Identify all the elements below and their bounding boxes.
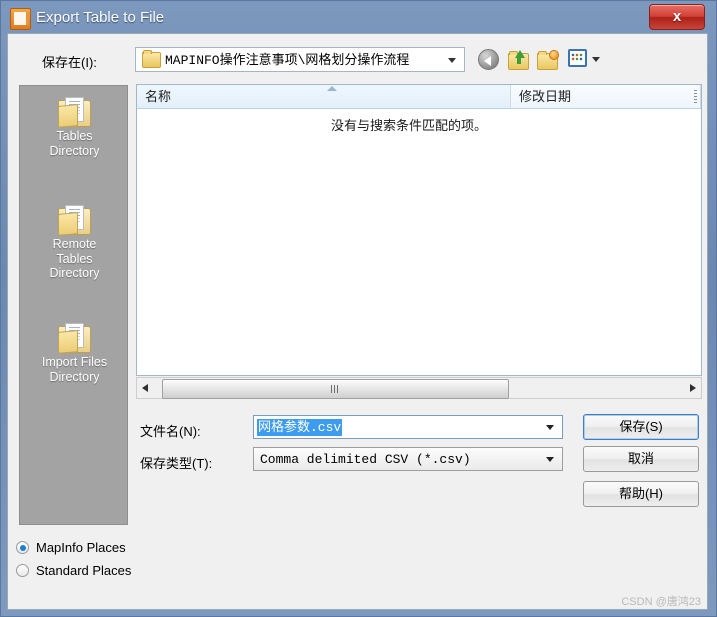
window-title: Export Table to File	[36, 9, 165, 26]
help-button[interactable]: 帮助(H)	[583, 481, 699, 507]
place-label-line1: Tables	[56, 129, 93, 143]
filetype-value: Comma delimited CSV (*.csv)	[260, 452, 471, 467]
cancel-button[interactable]: 取消	[583, 446, 699, 472]
filetype-select[interactable]: Comma delimited CSV (*.csv)	[253, 447, 563, 471]
column-header-date-modified[interactable]: 修改日期	[511, 85, 701, 108]
back-button[interactable]	[478, 49, 500, 71]
sort-ascending-icon	[327, 86, 337, 91]
title-bar: Export Table to File x	[0, 0, 717, 36]
place-label-line1: Import Files	[41, 355, 108, 369]
chevron-down-icon[interactable]	[546, 425, 554, 430]
place-label-line1: Remote	[52, 237, 97, 251]
place-item-import-files-directory[interactable]: Import Files Directory	[20, 322, 129, 384]
empty-list-message: 没有与搜索条件匹配的项。	[330, 118, 487, 133]
save-button[interactable]: 保存(S)	[583, 414, 699, 440]
places-sidebar: Tables Directory Remote Tables Directory…	[19, 85, 128, 525]
filetype-label: 保存类型(T):	[140, 456, 213, 471]
filename-label: 文件名(N):	[140, 424, 201, 439]
horizontal-scrollbar[interactable]	[136, 377, 702, 399]
views-grid-icon	[568, 49, 587, 67]
mapinfo-document-icon	[10, 8, 31, 30]
views-chevron-down-icon[interactable]	[592, 57, 600, 62]
triangle-right-icon	[690, 384, 696, 392]
place-item-remote-tables-directory[interactable]: Remote Tables Directory	[20, 204, 129, 281]
column-header-name[interactable]: 名称	[137, 85, 511, 108]
chevron-down-icon	[448, 58, 456, 63]
path-text: MAPINFO操作注意事项\网格划分操作流程	[165, 53, 410, 68]
radio-label: Standard Places	[36, 563, 132, 578]
folder-large-icon	[57, 96, 92, 128]
file-list-header: 名称 修改日期	[137, 85, 701, 109]
views-button[interactable]	[568, 49, 589, 69]
place-label-line3: Directory	[49, 266, 100, 280]
place-label-line2: Directory	[49, 143, 100, 158]
radio-selected-icon	[16, 541, 29, 554]
place-label-line2: Directory	[49, 369, 100, 384]
folder-large-icon	[57, 204, 92, 236]
column-options-icon[interactable]	[694, 90, 697, 103]
filename-input[interactable]: 网格参数.csv	[253, 415, 563, 439]
place-item-tables-directory[interactable]: Tables Directory	[20, 96, 129, 158]
chevron-down-icon[interactable]	[546, 457, 554, 462]
close-icon: x	[672, 8, 682, 25]
folder-icon	[142, 50, 161, 68]
triangle-left-icon	[142, 384, 148, 392]
new-folder-button[interactable]	[537, 49, 559, 71]
scroll-right-button[interactable]	[684, 378, 701, 398]
back-arrow-icon	[478, 49, 499, 70]
filename-value: 网格参数.csv	[257, 419, 343, 436]
scrollbar-thumb[interactable]	[162, 379, 509, 399]
place-label-line2: Tables	[56, 251, 93, 266]
file-list[interactable]: 名称 修改日期 没有与搜索条件匹配的项。	[136, 84, 702, 376]
scroll-left-button[interactable]	[137, 378, 154, 398]
up-one-level-button[interactable]	[508, 49, 530, 71]
save-in-label: 保存在(I):	[42, 55, 97, 70]
folder-large-icon	[57, 322, 92, 354]
path-dropdown[interactable]: MAPINFO操作注意事项\网格划分操作流程	[135, 47, 465, 72]
radio-label: MapInfo Places	[36, 540, 126, 555]
radio-unselected-icon	[16, 564, 29, 577]
export-table-dialog: Export Table to File x 保存在(I): MAPINFO操作…	[0, 0, 717, 617]
close-button[interactable]: x	[649, 4, 705, 30]
watermark: CSDN @唐鸿23	[621, 596, 701, 608]
